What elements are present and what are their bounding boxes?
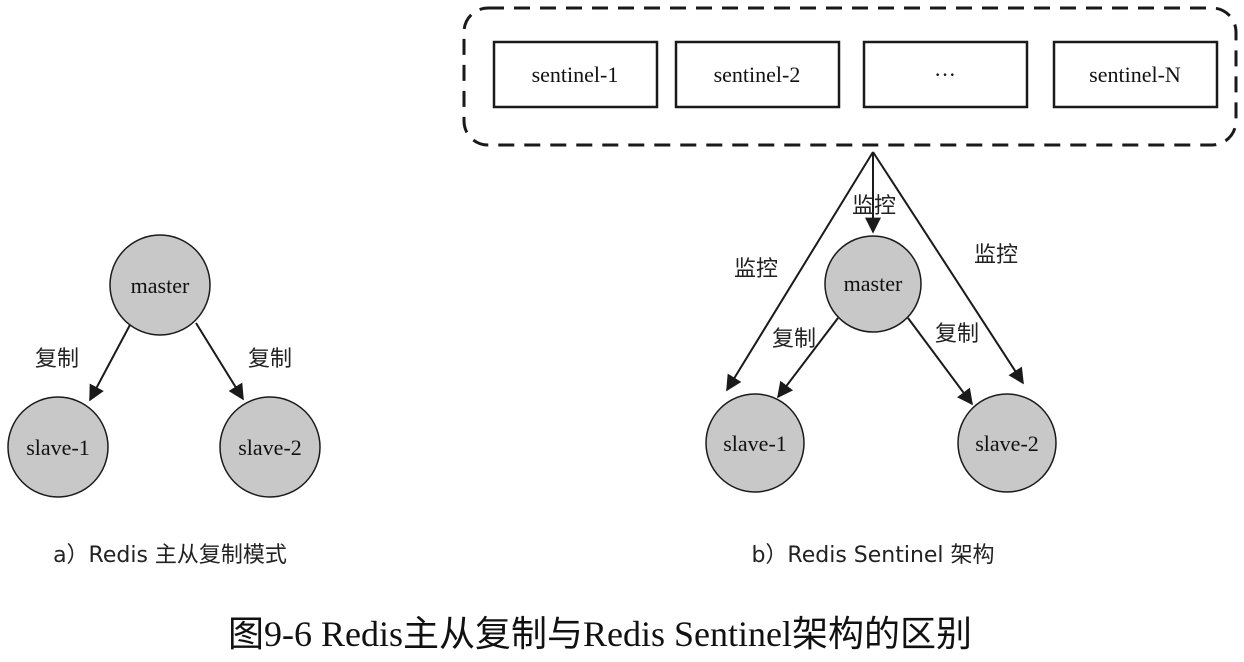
sentinel-n-label: sentinel-N [1089,62,1181,87]
edge-master-to-slave-1 [89,322,132,402]
panel-b: sentinel-1 sentinel-2 ··· sentinel-N mas… [462,6,1238,568]
slave-1-label: slave-1 [26,435,90,460]
sentinel-box-1: sentinel-1 [492,40,659,109]
panel-b-caption: b）Redis Sentinel 架构 [751,543,994,568]
slave-1-node-b: slave-1 [705,393,805,493]
sentinel-2-label: sentinel-2 [714,62,801,87]
monitor-label-right: 监控 [974,243,1018,268]
replicate-label-left: 复制 [772,327,816,352]
monitor-label-left: 监控 [734,257,778,282]
redis-architecture-diagram: master slave-1 slave-2 复制 复制 a）Redis 主从复… [7,6,1238,654]
edge-label-replicate-left: 复制 [35,347,79,372]
edge-label-replicate-right: 复制 [248,347,292,372]
replicate-label-right: 复制 [935,322,979,347]
sentinel-box-ellipsis: ··· [862,40,1029,109]
master-b-label: master [844,271,903,296]
slave-2-label: slave-2 [238,435,302,460]
master-node-b: master [824,235,922,333]
sentinel-box-n: sentinel-N [1052,40,1219,109]
master-label: master [131,273,190,298]
slave-2-node: slave-2 [219,396,321,498]
figure-caption: 图9-6 Redis主从复制与Redis Sentinel架构的区别 [228,614,972,654]
edge-master-to-slave-2 [195,322,244,401]
panel-a: master slave-1 slave-2 复制 复制 a）Redis 主从复… [7,234,321,568]
slave-1-b-label: slave-1 [723,431,787,456]
sentinel-1-label: sentinel-1 [532,62,619,87]
master-node: master [109,234,211,336]
sentinel-ellipsis-label: ··· [934,62,956,87]
monitor-label-center: 监控 [852,194,896,219]
sentinel-box-2: sentinel-2 [674,40,841,109]
slave-1-node: slave-1 [7,396,109,498]
slave-2-b-label: slave-2 [975,431,1039,456]
panel-a-caption: a）Redis 主从复制模式 [53,543,287,568]
slave-2-node-b: slave-2 [957,393,1057,493]
